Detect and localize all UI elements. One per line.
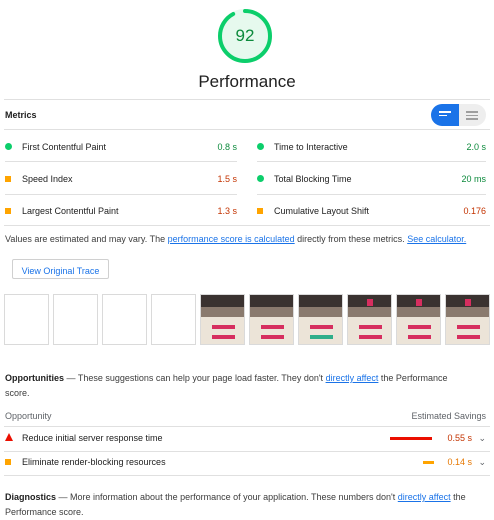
filmstrip-frame: [4, 294, 49, 345]
metric-label: First Contentful Paint: [22, 142, 107, 152]
metric-lcp: Largest Contentful Paint 1.3 s: [5, 203, 237, 219]
note-text: directly from these metrics.: [294, 234, 408, 244]
metrics-note: Values are estimated and may vary. The p…: [5, 234, 466, 244]
metric-label: Time to Interactive: [274, 142, 348, 152]
metric-value: 0.8 s: [217, 142, 237, 152]
performance-score-link[interactable]: performance score is calculated: [168, 234, 295, 244]
section-description: — More information about the performance…: [56, 492, 398, 502]
divider: [4, 129, 490, 130]
metric-value: 0.176: [463, 206, 486, 216]
savings-bar: [423, 461, 434, 464]
score-value: 92: [235, 26, 255, 45]
metric-tbt: Total Blocking Time 20 ms: [257, 171, 486, 187]
view-original-trace-button[interactable]: View Original Trace: [12, 259, 109, 279]
note-text: Values are estimated and may vary. The: [5, 234, 168, 244]
metric-label: Largest Contentful Paint: [22, 206, 119, 216]
metric-label: Cumulative Layout Shift: [274, 206, 370, 216]
opportunity-column-header: Opportunity: [5, 411, 52, 421]
divider: [4, 451, 490, 452]
metric-value: 1.5 s: [217, 174, 237, 184]
average-square-icon: [5, 208, 11, 214]
filmstrip-frame: [347, 294, 392, 345]
section-title: Diagnostics: [5, 492, 57, 502]
section-description: Performance score.: [5, 507, 84, 517]
opportunity-label: Reduce initial server response time: [22, 433, 163, 443]
metric-value: 2.0 s: [466, 142, 486, 152]
metric-speed-index: Speed Index 1.5 s: [5, 171, 237, 187]
divider: [4, 426, 490, 427]
section-title: Opportunities: [5, 373, 64, 383]
estimated-savings-column-header: Estimated Savings: [411, 411, 486, 421]
page-title: Performance: [198, 72, 296, 91]
average-square-icon: [5, 176, 11, 182]
section-description: the Performance: [378, 373, 448, 383]
savings-value: 0.14 s: [447, 457, 472, 467]
section-description: score.: [5, 388, 30, 398]
average-square-icon: [5, 459, 11, 465]
summary-lines-icon: [439, 111, 451, 118]
opportunity-row[interactable]: Reduce initial server response time 0.55…: [5, 430, 486, 446]
divider: [4, 225, 490, 226]
pass-circle-icon: [257, 175, 264, 182]
fail-triangle-icon: [5, 433, 13, 441]
chevron-down-icon[interactable]: ⌄: [478, 430, 486, 446]
section-description: — These suggestions can help your page l…: [64, 373, 326, 383]
filmstrip-frame: [249, 294, 294, 345]
opportunity-row[interactable]: Eliminate render-blocking resources 0.14…: [5, 454, 486, 470]
metric-tti: Time to Interactive 2.0 s: [257, 139, 486, 155]
section-description: the: [450, 492, 466, 502]
chevron-down-icon[interactable]: ⌄: [478, 454, 486, 470]
directly-affect-link[interactable]: directly affect: [398, 492, 451, 502]
divider: [257, 161, 486, 162]
metric-fcp: First Contentful Paint 0.8 s: [5, 139, 237, 155]
pass-circle-icon: [5, 143, 12, 150]
metric-cls: Cumulative Layout Shift 0.176: [257, 203, 486, 219]
savings-bar: [390, 437, 432, 440]
directly-affect-link[interactable]: directly affect: [326, 373, 379, 383]
divider: [4, 99, 490, 100]
pass-circle-icon: [257, 143, 264, 150]
divider: [5, 161, 237, 162]
filmstrip-frame: [396, 294, 441, 345]
filmstrip-frame: [53, 294, 98, 345]
divider: [257, 194, 486, 195]
filmstrip-frame: [445, 294, 490, 345]
metric-label: Speed Index: [22, 174, 73, 184]
divider: [5, 194, 237, 195]
savings-value: 0.55 s: [447, 433, 472, 443]
average-square-icon: [257, 208, 263, 214]
filmstrip-frame: [200, 294, 245, 345]
diagnostics-section-header: Diagnostics — More information about the…: [5, 490, 486, 520]
opportunity-label: Eliminate render-blocking resources: [22, 457, 166, 467]
see-calculator-link[interactable]: See calculator.: [407, 234, 466, 244]
metric-value: 1.3 s: [217, 206, 237, 216]
divider: [4, 475, 490, 476]
filmstrip-frame: [151, 294, 196, 345]
filmstrip-frame: [102, 294, 147, 345]
metric-value: 20 ms: [461, 174, 486, 184]
metrics-header: Metrics: [5, 110, 37, 120]
metric-label: Total Blocking Time: [274, 174, 352, 184]
filmstrip-frame: [298, 294, 343, 345]
detail-lines-icon: [466, 111, 478, 122]
opportunities-section-header: Opportunities — These suggestions can he…: [5, 371, 486, 401]
